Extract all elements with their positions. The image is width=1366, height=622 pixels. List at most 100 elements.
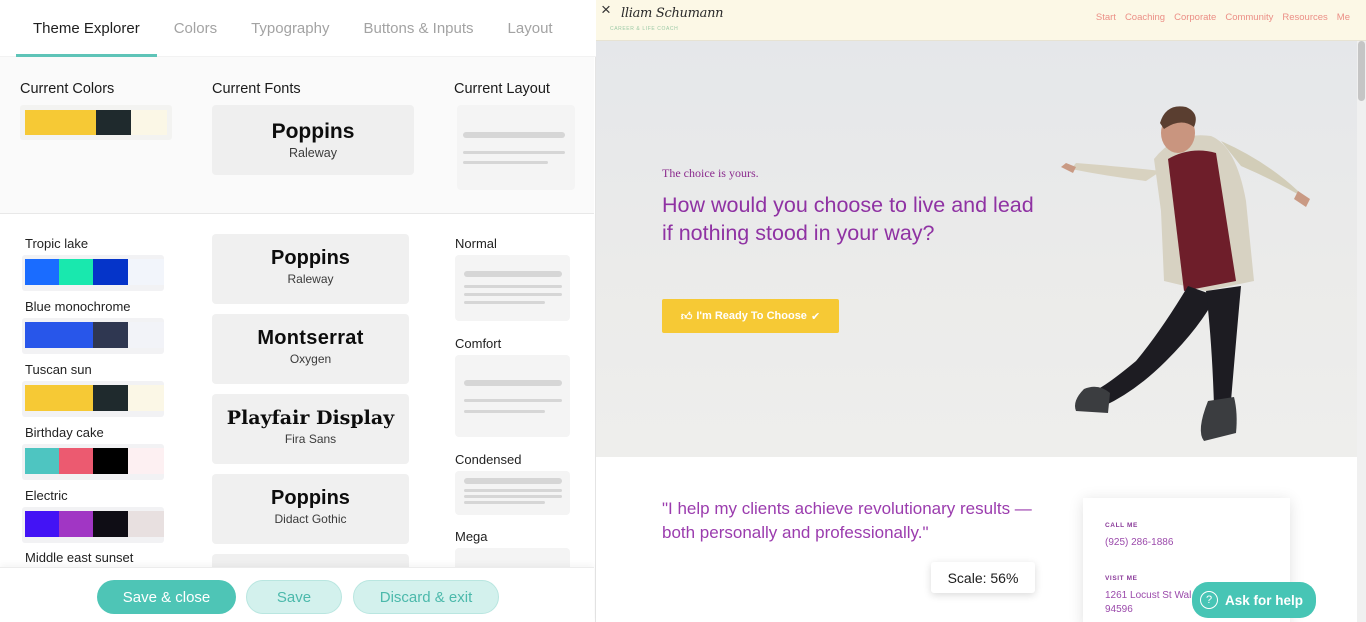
address-line-2: 94596 <box>1105 604 1133 615</box>
palette-swatch-card[interactable] <box>22 318 164 354</box>
person-left-shoe <box>1075 386 1110 413</box>
nav-coaching[interactable]: Coaching <box>1125 12 1165 23</box>
font-secondary: Didact Gothic <box>274 512 347 526</box>
color-swatch <box>131 110 167 135</box>
font-option-montserrat-oxygen[interactable]: Montserrat Oxygen <box>212 314 409 384</box>
color-swatch <box>128 448 164 474</box>
color-swatch <box>59 511 93 537</box>
layout-preview-line <box>463 161 548 164</box>
current-font-primary: Poppins <box>271 120 355 143</box>
tab-layout[interactable]: Layout <box>491 0 570 57</box>
scrollbar-thumb[interactable] <box>1358 41 1365 101</box>
ready-to-choose-button[interactable]: 👍︎ I'm Ready To Choose ✔ <box>662 299 839 333</box>
color-swatch <box>25 110 96 135</box>
color-swatch <box>93 385 128 411</box>
palette-name: Blue monochrome <box>25 299 131 314</box>
color-swatch <box>93 259 128 285</box>
font-secondary: Raleway <box>287 272 334 286</box>
current-colors-label: Current Colors <box>20 81 115 97</box>
color-swatch <box>25 385 59 411</box>
nav-resources[interactable]: Resources <box>1282 12 1327 23</box>
layout-preview-heading-bar <box>464 380 562 386</box>
tab-colors[interactable]: Colors <box>157 0 234 57</box>
person-left-hand <box>1061 163 1076 173</box>
font-option-poppins-didact[interactable]: Poppins Didact Gothic <box>212 474 409 544</box>
palette-swatch-card[interactable] <box>22 444 164 480</box>
palette-blue-monochrome[interactable]: Blue monochrome <box>22 298 185 354</box>
layout-name: Comfort <box>455 336 502 351</box>
color-swatch <box>128 511 164 537</box>
color-swatch <box>25 448 59 474</box>
tab-theme-explorer[interactable]: Theme Explorer <box>16 0 157 57</box>
close-icon[interactable]: × <box>601 0 611 20</box>
current-color-swatches <box>25 110 167 135</box>
preview-scrollbar[interactable] <box>1357 41 1366 622</box>
tab-buttons-inputs[interactable]: Buttons & Inputs <box>346 0 490 57</box>
editor-footer: Save & close Save Discard & exit <box>0 567 594 622</box>
ask-for-help-label: Ask for help <box>1225 592 1304 608</box>
save-button[interactable]: Save <box>246 580 342 614</box>
font-option-poppins-raleway[interactable]: Poppins Raleway <box>212 234 409 304</box>
palette-swatch-card[interactable] <box>22 255 164 291</box>
tab-typography[interactable]: Typography <box>234 0 346 57</box>
nav-corporate[interactable]: Corporate <box>1174 12 1216 23</box>
person-right-leg <box>1206 286 1241 406</box>
nav-me[interactable]: Me <box>1337 12 1350 23</box>
font-primary: Poppins <box>271 247 350 269</box>
palette-name: Middle east sunset <box>25 550 134 565</box>
layout-preview-card[interactable] <box>455 548 570 567</box>
question-mark-icon: ? <box>1200 591 1218 609</box>
layout-preview-line <box>464 410 545 413</box>
tab-bar: Theme Explorer Colors Typography Buttons… <box>0 0 596 57</box>
font-option-playfair-fira[interactable]: Playfair Display Fira Sans <box>212 394 409 464</box>
nav-start[interactable]: Start <box>1096 12 1116 23</box>
layout-preview-card[interactable] <box>455 255 570 321</box>
current-fonts-label: Current Fonts <box>212 81 301 97</box>
palette-tuscan-sun[interactable]: Tuscan sun <box>22 361 185 417</box>
layout-preview-heading-bar <box>463 132 565 138</box>
save-close-button[interactable]: Save & close <box>97 580 236 614</box>
current-layout-card <box>457 105 575 190</box>
site-logo-tagline: Career & Life Coach <box>610 26 679 32</box>
palette-swatch-card[interactable] <box>22 381 164 417</box>
palette-swatches <box>25 322 164 348</box>
palette-swatch-card[interactable] <box>22 507 164 543</box>
layout-preview-line <box>464 495 562 498</box>
layout-option-normal[interactable]: Normal <box>455 235 575 321</box>
color-swatch <box>59 322 93 348</box>
palette-name: Birthday cake <box>25 425 104 440</box>
palette-electric[interactable]: Electric <box>22 487 185 543</box>
site-logo[interactable]: lliam Schumann <box>621 6 724 21</box>
color-swatch <box>25 322 59 348</box>
layout-preview-heading-bar <box>464 271 562 277</box>
font-option-next[interactable] <box>212 554 409 567</box>
palette-swatches <box>25 448 164 474</box>
layout-preview-line <box>464 301 545 304</box>
layout-name: Condensed <box>455 452 522 467</box>
layout-preview-card[interactable] <box>455 355 570 437</box>
phone-number[interactable]: (925) 286-1886 <box>1105 536 1173 549</box>
discard-exit-button[interactable]: Discard & exit <box>353 580 499 614</box>
site-header: × lliam Schumann Career & Life Coach Sta… <box>596 0 1366 41</box>
current-fonts-card: Poppins Raleway <box>212 105 414 175</box>
nav-community[interactable]: Community <box>1225 12 1273 23</box>
ask-for-help-button[interactable]: ? Ask for help <box>1192 582 1316 618</box>
layout-preview-line <box>464 489 562 492</box>
palette-name: Tuscan sun <box>25 362 92 377</box>
color-swatch <box>128 385 164 411</box>
current-layout-label: Current Layout <box>454 81 550 97</box>
palette-middle-east-sunset[interactable]: Middle east sunset <box>25 549 185 567</box>
layout-option-mega[interactable]: Mega <box>455 528 575 567</box>
color-swatch <box>128 259 164 285</box>
layout-option-comfort[interactable]: Comfort <box>455 335 575 437</box>
layout-option-condensed[interactable]: Condensed <box>455 451 575 515</box>
font-primary: Montserrat <box>257 327 364 349</box>
layout-preview-card[interactable] <box>455 471 570 515</box>
palette-birthday-cake[interactable]: Birthday cake <box>22 424 185 480</box>
palette-tropic-lake[interactable]: Tropic lake <box>22 235 185 291</box>
layout-name: Normal <box>455 236 497 251</box>
person-right-hand <box>1294 191 1310 207</box>
color-swatch <box>128 322 164 348</box>
site-nav: Start Coaching Corporate Community Resou… <box>1096 12 1350 23</box>
layout-preview-line <box>464 399 562 402</box>
